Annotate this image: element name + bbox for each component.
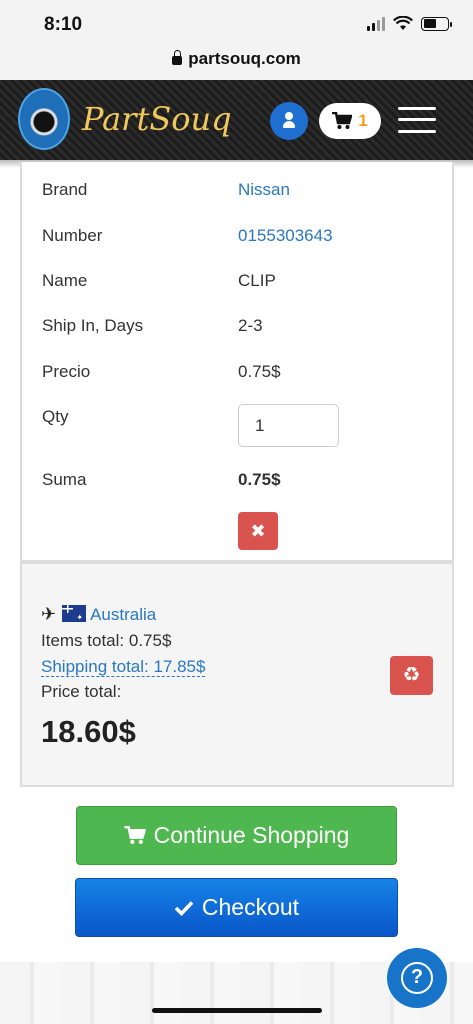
account-button[interactable] [270,102,308,140]
name-value: CLIP [238,271,276,290]
items-total: Items total: 0.75$ [41,631,172,650]
continue-shopping-button[interactable]: Continue Shopping [76,806,397,865]
part-number-link[interactable]: 0155303643 [238,226,333,246]
clear-cart-button[interactable]: ♻ [390,656,433,695]
cart-item-card: Brand Nissan Number 0155303643 Name CLIP… [20,162,454,562]
ship-in-label: Ship In, Days [42,316,144,335]
shipping-destination: ✈ Australia [41,604,156,625]
status-bar: 8:10 [0,0,473,46]
battery-icon [421,16,452,31]
url-bar[interactable]: partsouq.com [0,46,473,80]
recycle-icon: ♻ [402,664,421,686]
plane-icon: ✈ [41,604,57,624]
status-time: 8:10 [44,14,83,35]
ship-in-value: 2-3 [238,316,263,335]
australia-flag-icon [62,605,87,622]
shipping-total: Shipping total: 17.85$ [41,657,206,677]
sum-value: 0.75$ [238,470,281,489]
home-indicator [152,1008,322,1013]
user-icon-body [283,121,295,128]
cart-count-badge: 1 [358,111,368,130]
check-icon [174,900,194,916]
sum-label: Suma [42,470,87,489]
lock-icon [172,50,183,65]
user-icon [285,112,293,120]
continue-shopping-label: Continue Shopping [153,822,350,848]
country-link[interactable]: Australia [90,605,156,624]
logo-text[interactable]: PartSouq [82,100,232,138]
status-icons [367,16,452,31]
brand-value[interactable]: Nissan [238,180,290,200]
checkout-label: Checkout [201,894,300,920]
cart-button[interactable]: 1 [319,103,381,139]
signal-icon [367,16,385,31]
cart-icon [124,826,146,844]
cart-icon [332,112,353,129]
price-total-label: Price total: [41,682,122,701]
checkout-button[interactable]: Checkout [75,878,398,937]
help-button[interactable]: ? [387,948,447,1008]
logo-emblem-icon[interactable] [18,88,70,150]
url-text: partsouq.com [188,49,301,68]
menu-icon[interactable] [398,104,438,136]
wifi-icon [393,16,413,30]
price-total-value: 18.60$ [41,714,136,749]
qty-input[interactable] [238,404,339,447]
price-label: Precio [42,362,91,381]
site-header: PartSouq 1 [0,80,473,160]
shipping-total-link[interactable]: Shipping total: 17.85$ [41,657,206,677]
number-label: Number [42,226,103,245]
qty-label: Qty [42,407,69,426]
delete-item-button[interactable]: ✖ [238,512,278,550]
order-summary: ✈ Australia Items total: 0.75$ Shipping t… [20,562,454,787]
name-label: Name [42,271,88,290]
help-icon: ? [401,962,433,994]
delete-icon: ✖ [250,521,266,541]
brand-label: Brand [42,180,88,199]
price-value: 0.75$ [238,362,281,381]
